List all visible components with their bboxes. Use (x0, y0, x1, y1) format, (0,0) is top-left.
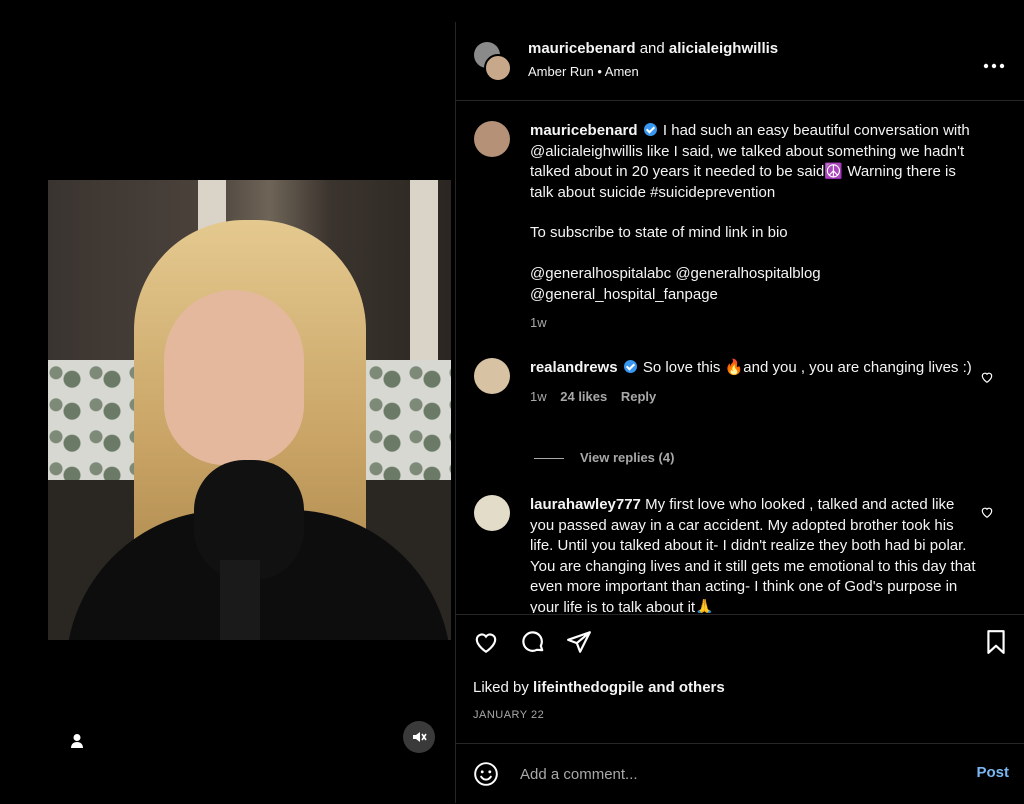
bookmark-icon[interactable] (983, 629, 1009, 655)
paper-plane-icon[interactable] (566, 629, 592, 655)
post-authors: mauricebenard and alicialeighwillis (528, 40, 778, 57)
liked-by-others[interactable]: and others (648, 679, 725, 696)
comment-username[interactable]: realandrews (530, 359, 618, 376)
reply-button[interactable]: Reply (621, 389, 656, 404)
comment-input[interactable] (518, 762, 942, 786)
audio-track[interactable]: Amber Run • Amen (528, 64, 639, 79)
comment-likes[interactable]: 24 likes (560, 389, 607, 404)
post-button[interactable]: Post (976, 764, 1009, 781)
liked-by: Liked by lifeinthedogpile and others (473, 679, 725, 696)
comment-text: So love this 🔥and you , you are changing… (642, 359, 972, 376)
caption-username[interactable]: mauricebenard (530, 122, 638, 139)
post-header: mauricebenard and alicialeighwillis Ambe… (456, 22, 1024, 101)
collab-username[interactable]: alicialeighwillis (669, 40, 778, 57)
comment-username[interactable]: laurahawley777 (530, 496, 641, 513)
author-username[interactable]: mauricebenard (528, 40, 636, 57)
video-person-face (164, 290, 304, 465)
avatar[interactable] (474, 495, 510, 531)
more-horizontal-icon[interactable] (983, 56, 1005, 69)
liked-by-user[interactable]: lifeinthedogpile (533, 679, 644, 696)
person-icon[interactable] (70, 733, 84, 749)
media-pane (0, 0, 455, 803)
view-replies-button[interactable]: View replies (4) (534, 450, 674, 465)
post-video[interactable] (48, 180, 451, 640)
post-actions: Liked by lifeinthedogpile and others JAN… (456, 614, 1024, 743)
verified-badge-icon (623, 360, 637, 373)
post-date: JANUARY 22 (473, 709, 545, 721)
verified-badge-icon (643, 123, 657, 136)
caption-mentions: @generalhospitalabc @generalhospitalblog… (530, 264, 821, 303)
comments-list[interactable]: mauricebenard I had such an easy beautif… (456, 101, 1024, 613)
authors-joiner: and (639, 40, 665, 57)
add-comment-bar: Post (456, 743, 1024, 804)
comment-text: My first love who looked , talked and ac… (530, 496, 976, 613)
mute-button[interactable] (403, 721, 435, 753)
comment-bubble-icon[interactable] (520, 629, 546, 655)
liked-by-prefix: Liked by (473, 679, 529, 696)
video-microphone-stand (220, 560, 260, 640)
heart-icon[interactable] (980, 370, 994, 384)
heart-icon[interactable] (473, 629, 499, 655)
caption-time: 1w (530, 315, 547, 331)
caption-subscribe-line: To subscribe to state of mind link in bi… (530, 224, 788, 242)
avatar[interactable] (474, 121, 510, 157)
avatar[interactable] (484, 54, 512, 82)
smiley-icon[interactable] (473, 761, 499, 787)
comment-time: 1w (530, 388, 547, 404)
avatar[interactable] (474, 358, 510, 394)
speaker-muted-icon (413, 732, 427, 742)
post-details-pane: mauricebenard and alicialeighwillis Ambe… (455, 22, 1024, 803)
heart-icon[interactable] (980, 505, 994, 519)
